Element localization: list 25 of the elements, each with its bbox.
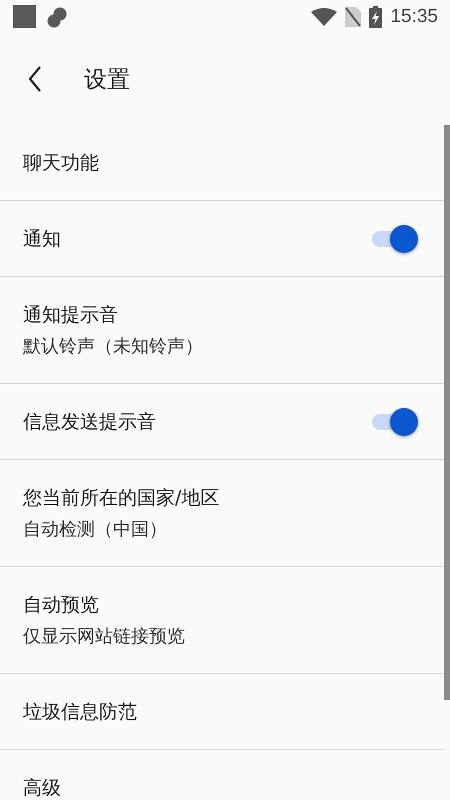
item-title: 自动预览 [23, 593, 100, 618]
item-title: 您当前所在的国家/地区 [23, 486, 220, 511]
dots-icon [46, 6, 68, 28]
item-summary: 仅显示网站链接预览 [23, 625, 185, 648]
item-title: 通知提示音 [23, 303, 119, 328]
toggle-switch[interactable] [372, 224, 418, 254]
item-title: 聊天功能 [23, 150, 99, 176]
item-title: 高级 [23, 776, 61, 800]
item-title: 通知 [23, 226, 61, 252]
settings-item[interactable]: 高级 [0, 750, 444, 800]
battery-charging-icon [369, 6, 382, 28]
item-title: 垃圾信息防范 [23, 700, 137, 724]
settings-item[interactable]: 信息发送提示音 [0, 384, 444, 460]
item-summary: 默认铃声（未知铃声） [23, 335, 203, 358]
back-button[interactable] [28, 66, 42, 92]
settings-item[interactable]: 通知 [0, 201, 444, 277]
clock-time: 15:35 [390, 6, 438, 28]
wifi-icon [311, 8, 338, 26]
no-sim-icon [345, 6, 362, 26]
item-title: 信息发送提示音 [23, 410, 156, 434]
item-summary: 自动检测（中国） [23, 518, 168, 541]
page-title: 设置 [84, 66, 130, 94]
settings-item[interactable]: 垃圾信息防范 [0, 674, 444, 750]
toggle-switch[interactable] [372, 406, 418, 436]
notification-square-icon [13, 5, 36, 28]
